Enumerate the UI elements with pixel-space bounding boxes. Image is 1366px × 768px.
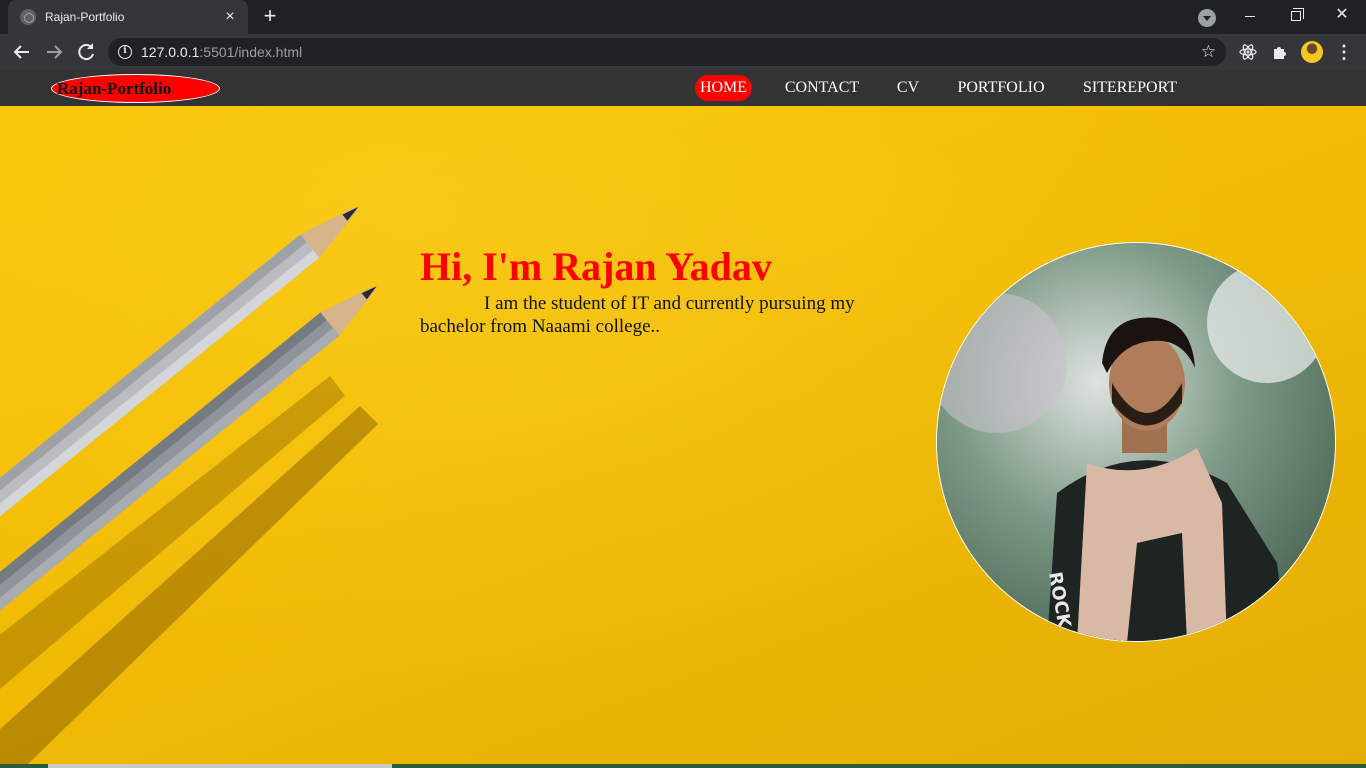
hero-section: Rajan-Portfolio HOME CONTACT CV PORTFOLI… [0, 70, 1366, 768]
forward-arrow-icon[interactable] [40, 38, 68, 66]
star-icon[interactable]: ☆ [1201, 42, 1216, 62]
nav-contact[interactable]: CONTACT [780, 75, 864, 101]
reload-icon[interactable] [72, 38, 100, 66]
window-close-icon[interactable]: ✕ [1319, 0, 1365, 30]
close-icon[interactable]: × [222, 9, 238, 25]
browser-tab[interactable]: Rajan-Portfolio × [8, 0, 248, 34]
tab-search-icon[interactable] [1198, 9, 1216, 27]
maximize-icon[interactable] [1273, 0, 1319, 30]
address-bar[interactable]: i 127.0.0.1 :5501/index.html ☆ [108, 38, 1226, 66]
page-title: Hi, I'm Rajan Yadav [420, 244, 772, 289]
nav-sitereport[interactable]: SITEREPORT [1078, 75, 1182, 101]
site-logo[interactable]: Rajan-Portfolio [51, 74, 220, 103]
react-devtools-icon[interactable] [1238, 42, 1258, 62]
url-host: 127.0.0.1 [141, 44, 200, 60]
back-arrow-icon[interactable] [8, 38, 36, 66]
url-path: :5501/index.html [199, 44, 303, 60]
bio-text: I am the student of IT and currently pur… [420, 293, 855, 337]
plus-icon[interactable]: + [258, 5, 282, 29]
tab-title: Rajan-Portfolio [45, 10, 125, 24]
more-vert-icon[interactable]: ⋮ [1334, 42, 1354, 62]
tab-strip: Rajan-Portfolio × + ✕ [0, 0, 1366, 34]
page-viewport: Rajan-Portfolio HOME CONTACT CV PORTFOLI… [0, 70, 1366, 768]
minimize-icon[interactable] [1227, 0, 1273, 30]
nav-home[interactable]: HOME [695, 75, 752, 101]
nav-portfolio[interactable]: PORTFOLIO [952, 75, 1050, 101]
info-icon[interactable]: i [118, 45, 132, 59]
nav-cv[interactable]: CV [892, 75, 924, 101]
globe-icon [20, 9, 36, 25]
horizontal-scrollbar[interactable] [0, 764, 1366, 768]
profile-photo: ROCK [936, 242, 1336, 642]
site-navbar: Rajan-Portfolio HOME CONTACT CV PORTFOLI… [0, 70, 1366, 106]
browser-toolbar: i 127.0.0.1 :5501/index.html ☆ ⋮ [0, 34, 1366, 70]
intro-block: Hi, I'm Rajan Yadav I am the student of … [420, 244, 890, 338]
pencils-image [0, 206, 378, 768]
avatar[interactable] [1301, 41, 1323, 63]
puzzle-icon[interactable] [1270, 42, 1290, 62]
